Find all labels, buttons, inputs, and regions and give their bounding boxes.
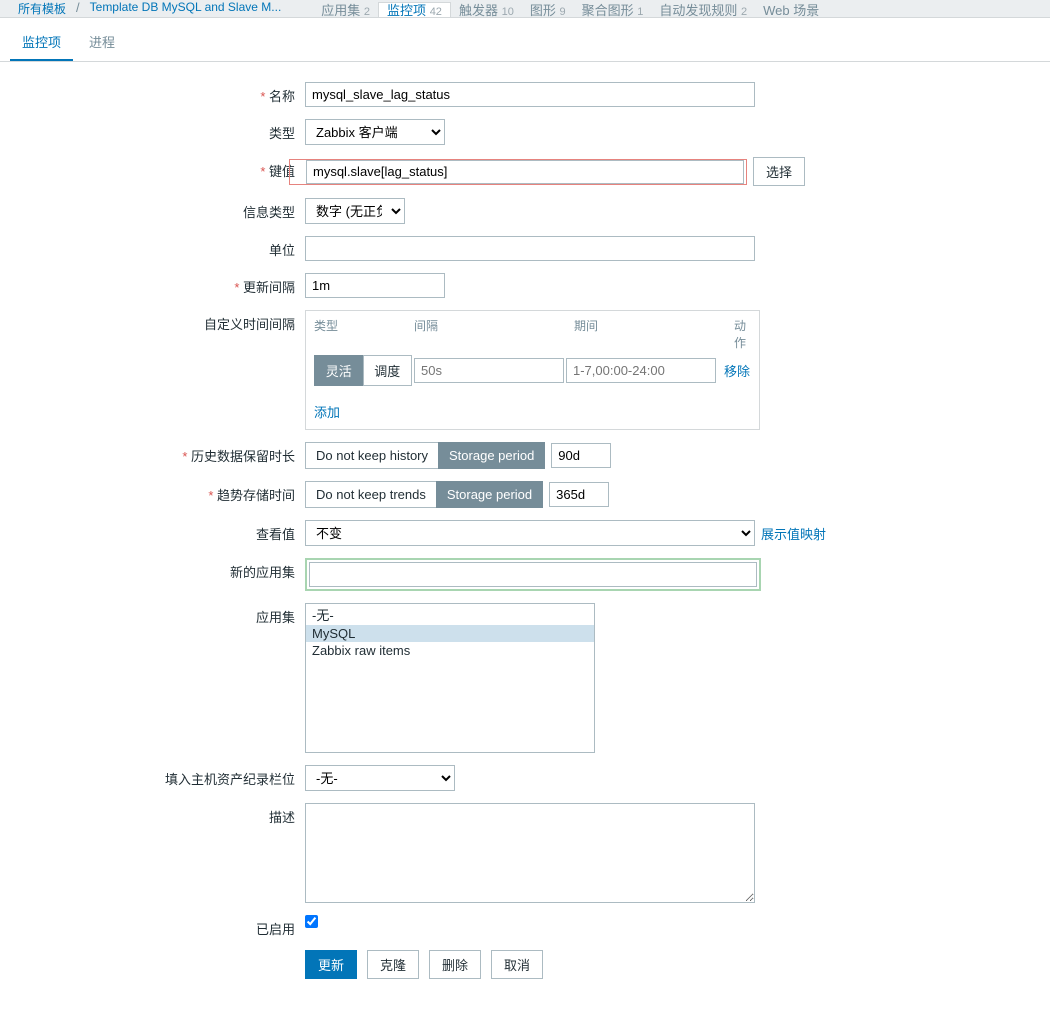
col-interval: 间隔 (414, 317, 574, 351)
cancel-button[interactable]: 取消 (491, 950, 543, 979)
apps-listbox[interactable]: -无-MySQLZabbix raw items (305, 603, 595, 753)
delete-button[interactable]: 删除 (429, 950, 481, 979)
interval-sched-button[interactable]: 调度 (363, 355, 413, 386)
label-show-value: 查看值 (0, 520, 305, 543)
trends-nokeep-button[interactable]: Do not keep trends (305, 481, 436, 508)
update-button[interactable]: 更新 (305, 950, 357, 979)
trends-value-input[interactable] (549, 482, 609, 507)
label-apps: 应用集 (0, 603, 305, 626)
enabled-checkbox[interactable] (305, 915, 318, 928)
trends-storage-button[interactable]: Storage period (436, 481, 543, 508)
label-name: 名称 (0, 82, 305, 105)
name-input[interactable] (305, 82, 755, 107)
link-all-templates[interactable]: 所有模板 (10, 0, 74, 17)
inventory-select[interactable]: -无- (305, 765, 455, 791)
list-item[interactable]: MySQL (306, 625, 594, 642)
label-enabled: 已启用 (0, 915, 305, 938)
history-storage-button[interactable]: Storage period (438, 442, 545, 469)
label-custom-intervals: 自定义时间间隔 (0, 310, 305, 333)
nav-tab[interactable]: 触发器 10 (451, 3, 522, 18)
interval-flex-button[interactable]: 灵活 (314, 355, 363, 386)
interval-add-link[interactable]: 添加 (314, 405, 340, 420)
breadcrumb-sep: / (76, 0, 80, 15)
label-unit: 单位 (0, 236, 305, 259)
label-info-type: 信息类型 (0, 198, 305, 221)
update-interval-input[interactable] (305, 273, 445, 298)
nav-tab[interactable]: 应用集 2 (313, 3, 378, 18)
label-key: 键值 (0, 157, 305, 180)
type-select[interactable]: Zabbix 客户端 (305, 119, 445, 145)
list-item[interactable]: Zabbix raw items (306, 642, 594, 659)
col-type: 类型 (314, 317, 414, 351)
custom-intervals-box: 类型 间隔 期间 动作 灵活 调度 移除 添加 (305, 310, 760, 430)
nav-tab[interactable]: 聚合图形 1 (574, 3, 652, 18)
label-trends: 趋势存储时间 (0, 481, 305, 504)
key-input[interactable] (306, 160, 744, 184)
label-update-interval: 更新间隔 (0, 273, 305, 296)
nav-tab[interactable]: 监控项 42 (378, 2, 451, 18)
tab-item[interactable]: 监控项 (10, 24, 73, 61)
nav-tab[interactable]: 自动发现规则 2 (651, 3, 755, 18)
description-textarea[interactable] (305, 803, 755, 903)
col-action: 动作 (734, 317, 751, 351)
nav-tab[interactable]: Web 场景 (755, 3, 827, 18)
select-key-button[interactable]: 选择 (753, 157, 805, 186)
new-app-input[interactable] (309, 562, 757, 587)
interval-remove-link[interactable]: 移除 (724, 361, 750, 380)
clone-button[interactable]: 克隆 (367, 950, 419, 979)
label-history: 历史数据保留时长 (0, 442, 305, 465)
label-inventory: 填入主机资产纪录栏位 (0, 765, 305, 788)
history-value-input[interactable] (551, 443, 611, 468)
label-description: 描述 (0, 803, 305, 826)
info-type-select[interactable]: 数字 (无正负) (305, 198, 405, 224)
label-type: 类型 (0, 119, 305, 142)
col-period: 期间 (574, 317, 734, 351)
breadcrumb-nav: 所有模板 / Template DB MySQL and Slave M... … (0, 0, 1050, 18)
interval-value-input[interactable] (414, 358, 564, 383)
unit-input[interactable] (305, 236, 755, 261)
list-item[interactable]: -无- (306, 604, 594, 625)
history-nokeep-button[interactable]: Do not keep history (305, 442, 438, 469)
show-value-select[interactable]: 不变 (305, 520, 755, 546)
show-value-map-link[interactable]: 展示值映射 (761, 524, 826, 543)
item-form: 名称 类型 Zabbix 客户端 键值 选择 信息类型 数字 (无正负) 单位 … (0, 62, 1050, 1009)
sub-tabs: 监控项 进程 (0, 24, 1050, 62)
interval-period-input[interactable] (566, 358, 716, 383)
nav-tab[interactable]: 图形 9 (522, 3, 574, 18)
label-new-app: 新的应用集 (0, 558, 305, 581)
link-template[interactable]: Template DB MySQL and Slave M... (82, 0, 290, 14)
tab-process[interactable]: 进程 (77, 24, 127, 61)
